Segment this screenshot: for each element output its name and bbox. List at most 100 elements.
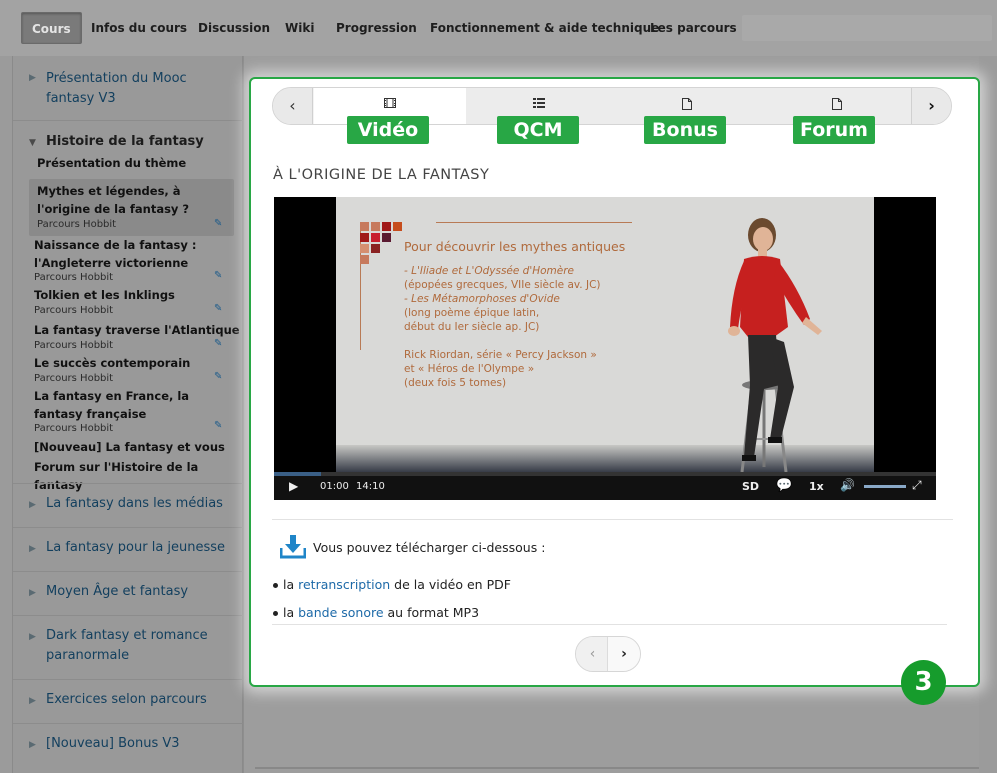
sidebar-chapter-label: Moyen Âge et fantasy	[46, 584, 189, 599]
previous-button[interactable]: ‹	[576, 637, 609, 671]
volume-icon[interactable]: 🔊	[840, 478, 855, 492]
download-item-prefix: la	[283, 577, 295, 592]
audio-link[interactable]: bande sonore	[298, 605, 383, 620]
edit-icon: ✎	[214, 420, 223, 431]
slide-decoration	[371, 222, 380, 231]
chevron-right-icon: ▶	[29, 544, 36, 554]
sidebar-chapter-label: La fantasy pour la jeunesse	[46, 540, 226, 555]
tab-cours[interactable]: Cours	[21, 12, 82, 44]
captions-icon[interactable]: 💬	[776, 478, 792, 493]
slide-line: début du Ier siècle ap. JC)	[404, 321, 540, 333]
video-frame: Pour découvrir les mythes antiques - L'I…	[336, 197, 874, 477]
sidebar-chapter-medias[interactable]: ▶ La fantasy dans les médias	[13, 484, 243, 528]
course-top-navigation: Cours Infos du cours Discussion Wiki Pro…	[0, 0, 997, 56]
sidebar-chapter-label: [Nouveau] Bonus V3	[46, 736, 180, 751]
edit-icon: ✎	[214, 218, 223, 229]
sidebar-chapter-presentation[interactable]: ▶ Présentation du Mooc fantasy V3	[13, 56, 243, 121]
slide-decoration	[360, 255, 369, 264]
sidebar-item-tag: Parcours Hobbit	[34, 423, 114, 434]
download-item-suffix: de la vidéo en PDF	[394, 577, 511, 592]
slide-line: (épopées grecques, VIIe siècle av. JC)	[404, 279, 601, 291]
sidebar-item-succes[interactable]: Le succès contemporain	[34, 354, 190, 372]
download-item-prefix: la	[283, 605, 295, 620]
tab-infos-du-cours[interactable]: Infos du cours	[91, 12, 187, 44]
slide-line: (deux fois 5 tomes)	[404, 377, 507, 389]
play-icon[interactable]: ▶	[289, 479, 298, 493]
sidebar-item-tag: Parcours Hobbit	[37, 219, 117, 230]
chevron-right-icon: ▶	[29, 696, 36, 706]
bottom-sequence-navigation: ‹ ›	[575, 636, 641, 672]
sidebar-item-nouveau-vous[interactable]: [Nouveau] La fantasy et vous	[34, 438, 225, 456]
sidebar-item-presentation-theme[interactable]: Présentation du thème	[37, 154, 186, 172]
sidebar-chapter-histoire[interactable]: Histoire de la fantasy	[46, 134, 204, 149]
tab-label-video: Vidéo	[347, 116, 429, 144]
slide-decoration	[360, 244, 369, 253]
sidebar-item-france[interactable]: La fantasy en France, la fantasy françai…	[34, 387, 224, 423]
video-duration: 14:10	[356, 481, 385, 492]
tab-les-parcours[interactable]: Les parcours	[650, 12, 737, 44]
sidebar-chapter-moyen-age[interactable]: ▶ Moyen Âge et fantasy	[13, 572, 243, 616]
sidebar-chapter-label: La fantasy dans les médias	[46, 496, 223, 511]
speed-button[interactable]: 1x	[809, 480, 824, 493]
sidebar-chapter-dark-fantasy[interactable]: ▶ Dark fantasy et romance paranormale	[13, 616, 243, 680]
download-item-audio: la bande sonore au format MP3	[273, 605, 479, 620]
sidebar-item-tag: Parcours Hobbit	[34, 305, 114, 316]
chevron-left-icon: ‹	[289, 96, 296, 115]
edit-icon: ✎	[214, 303, 223, 314]
edit-icon: ✎	[214, 270, 223, 281]
slide-heading: Pour découvrir les mythes antiques	[404, 239, 626, 254]
chevron-right-icon: ▶	[29, 588, 36, 598]
next-unit-button[interactable]: ›	[911, 88, 951, 124]
sidebar-item-mythes[interactable]: Mythes et légendes, à l'origine de la fa…	[37, 182, 227, 218]
slide-decoration	[371, 244, 380, 253]
slide-decoration	[436, 222, 632, 223]
tab-discussion[interactable]: Discussion	[198, 12, 270, 44]
tab-wiki[interactable]: Wiki	[285, 12, 314, 44]
edit-icon: ✎	[214, 371, 223, 382]
video-controls: ▶ 01:00 14:10 SD 💬 1x 🔊 ⤢	[274, 472, 936, 500]
slide-decoration	[393, 222, 402, 231]
sidebar-chapter-label: Présentation du Mooc fantasy V3	[46, 71, 187, 106]
tab-progression[interactable]: Progression	[336, 12, 417, 44]
download-intro: Vous pouvez télécharger ci-dessous :	[313, 540, 546, 555]
sidebar-chapter-bonus-v3[interactable]: ▶ [Nouveau] Bonus V3	[13, 724, 243, 768]
chevron-right-icon: ▶	[29, 500, 36, 510]
slide-decoration	[382, 222, 391, 231]
sidebar-item-tag: Parcours Hobbit	[34, 340, 114, 351]
sidebar-chapter-exercices[interactable]: ▶ Exercices selon parcours	[13, 680, 243, 724]
video-player[interactable]: Pour découvrir les mythes antiques - L'I…	[274, 197, 936, 500]
bullet	[273, 611, 278, 616]
top-nav-placeholder	[742, 15, 992, 41]
sidebar-chapter-jeunesse[interactable]: ▶ La fantasy pour la jeunesse	[13, 528, 243, 572]
tab-label-qcm: QCM	[497, 116, 579, 144]
sidebar-item-tolkien[interactable]: Tolkien et les Inklings	[34, 286, 175, 304]
sidebar-item-naissance[interactable]: Naissance de la fantasy : l'Angleterre v…	[34, 236, 224, 272]
video-elapsed-time: 01:00	[320, 481, 349, 492]
slide-decoration	[360, 233, 369, 242]
quality-button[interactable]: SD	[742, 480, 759, 493]
fullscreen-icon[interactable]: ⤢	[912, 478, 922, 493]
presenter-figure	[728, 218, 822, 473]
chevron-right-icon: ›	[928, 96, 935, 115]
course-sidebar: ▶ Présentation du Mooc fantasy V3 ▼ Hist…	[12, 56, 243, 773]
slide-decoration	[360, 222, 369, 231]
transcript-link[interactable]: retranscription	[298, 577, 390, 592]
chevron-right-icon: ▶	[29, 740, 36, 750]
tab-label-bonus: Bonus	[644, 116, 726, 144]
next-button[interactable]: ›	[607, 637, 640, 671]
slide-decoration	[371, 233, 380, 242]
volume-slider[interactable]	[864, 485, 906, 488]
previous-unit-button[interactable]: ‹	[273, 88, 313, 124]
step-number-badge: 3	[901, 660, 946, 705]
tab-fonctionnement-aide[interactable]: Fonctionnement & aide technique	[430, 12, 659, 44]
sidebar-item-atlantique[interactable]: La fantasy traverse l'Atlantique	[34, 321, 240, 339]
slide-line: Rick Riordan, série « Percy Jackson »	[404, 349, 597, 361]
video-progress-bar[interactable]	[274, 472, 936, 476]
divider	[272, 624, 947, 625]
sidebar-item-tag: Parcours Hobbit	[34, 272, 114, 283]
edit-icon: ✎	[214, 338, 223, 349]
chevron-left-icon: ‹	[589, 646, 596, 662]
slide-line: - Les Métamorphoses d'Ovide	[404, 293, 560, 305]
tab-label-forum: Forum	[793, 116, 875, 144]
download-item-suffix: au format MP3	[387, 605, 480, 620]
